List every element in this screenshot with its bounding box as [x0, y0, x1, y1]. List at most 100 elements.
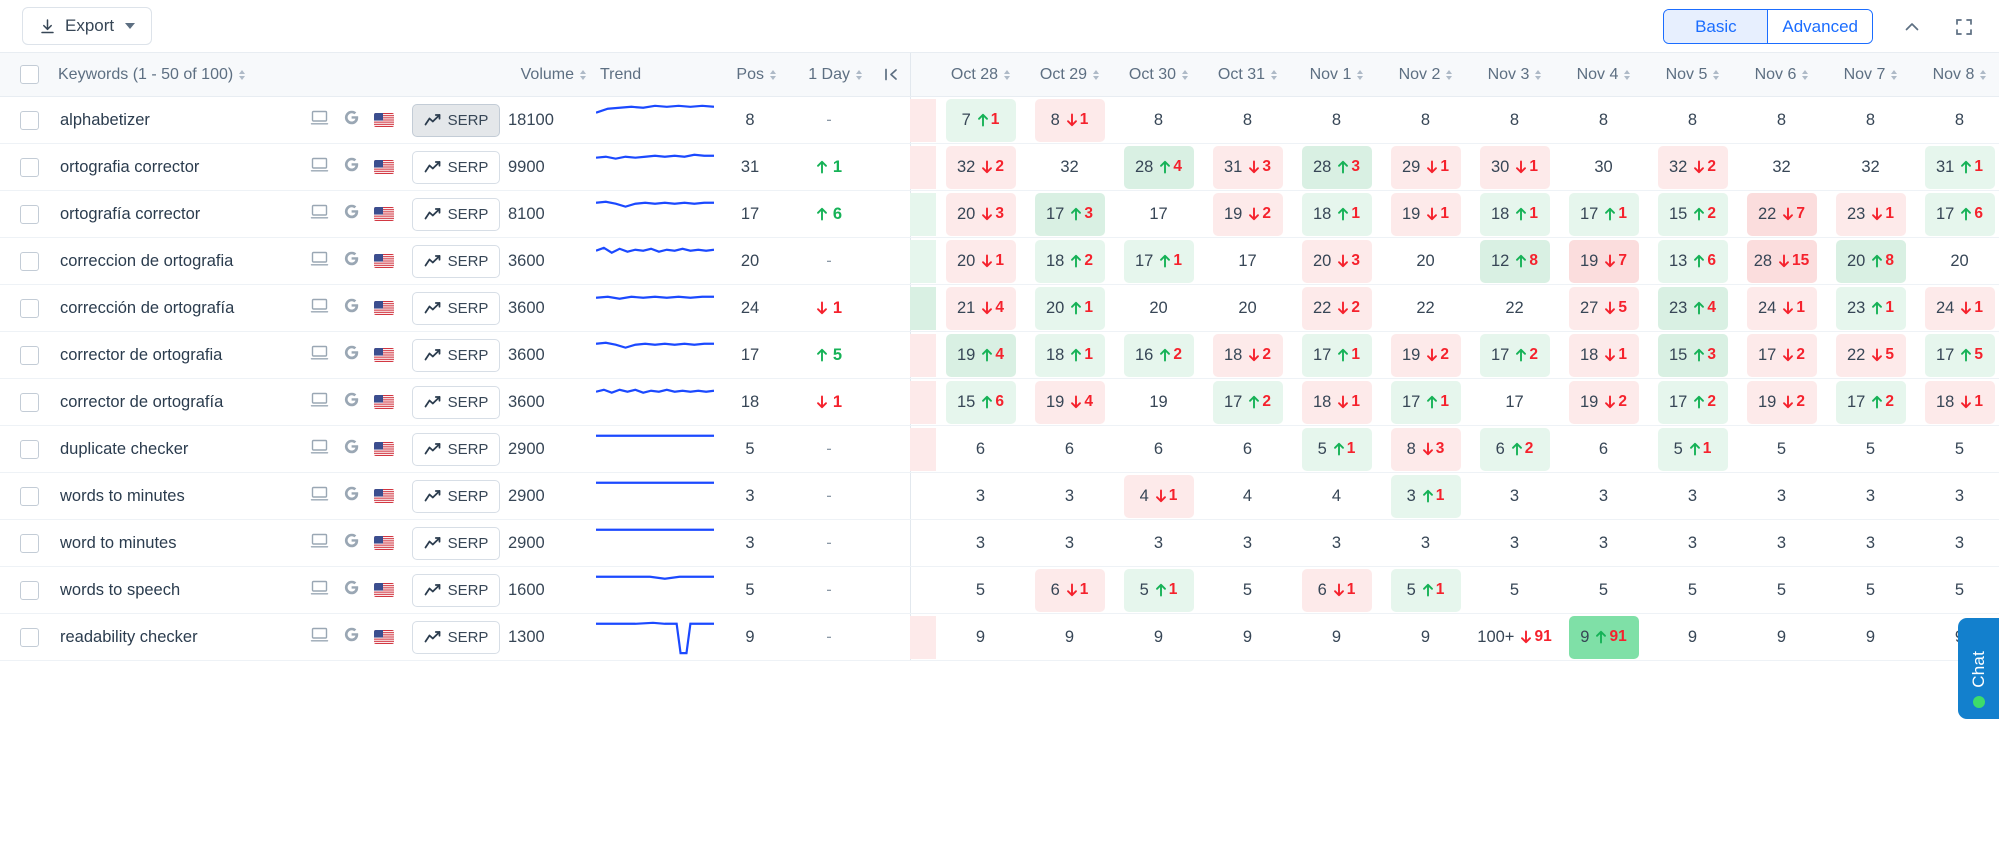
row-checkbox[interactable]	[19, 627, 39, 647]
rank-cell[interactable]: 17 3	[1025, 191, 1114, 238]
desktop-icon[interactable]	[310, 484, 329, 508]
rank-cell[interactable]: 19 4	[1025, 379, 1114, 426]
rank-cell[interactable]: 4	[1203, 473, 1292, 520]
us-flag-icon[interactable]	[374, 442, 394, 456]
row-checkbox[interactable]	[19, 533, 39, 553]
rank-cell[interactable]: 3	[1470, 520, 1559, 567]
rank-cell[interactable]: 8	[1470, 97, 1559, 144]
sort-toggle-icon[interactable]	[1004, 69, 1011, 80]
row-checkbox[interactable]	[19, 486, 39, 506]
rank-cell[interactable]: 12 8	[1470, 238, 1559, 285]
rank-cell[interactable]: 15 3	[1648, 332, 1737, 379]
tab-basic[interactable]: Basic	[1664, 10, 1768, 43]
header-date-oct-30[interactable]: Oct 30	[1114, 53, 1203, 97]
rank-cell[interactable]: 83	[1381, 426, 1470, 473]
rank-cell[interactable]: 17	[1114, 191, 1203, 238]
rank-cell[interactable]: 51	[1648, 426, 1737, 473]
table-row[interactable]: duplicate checker	[58, 426, 296, 473]
rank-cell[interactable]: 22	[1381, 285, 1470, 332]
rank-cell[interactable]: 3	[1470, 473, 1559, 520]
row-checkbox[interactable]	[19, 580, 39, 600]
rank-cell[interactable]: 9	[1292, 614, 1381, 661]
rank-cell[interactable]: 32	[1025, 144, 1114, 191]
us-flag-icon[interactable]	[374, 348, 394, 362]
google-icon[interactable]	[342, 108, 361, 132]
sort-toggle-icon[interactable]	[1891, 69, 1898, 80]
table-row[interactable]: ortografía corrector	[58, 191, 296, 238]
us-flag-icon[interactable]	[374, 489, 394, 503]
rank-cell[interactable]: 24 1	[1915, 285, 1999, 332]
rank-cell[interactable]: 20	[1203, 285, 1292, 332]
rank-cell[interactable]: 5	[1915, 426, 1999, 473]
rank-cell[interactable]: 19 7	[1559, 238, 1648, 285]
rank-cell[interactable]: 8	[1203, 97, 1292, 144]
rank-cell[interactable]: 13 6	[1648, 238, 1737, 285]
desktop-icon[interactable]	[310, 155, 329, 179]
serp-button[interactable]: SERP	[411, 526, 501, 560]
rank-cell[interactable]: 8	[1114, 97, 1203, 144]
desktop-icon[interactable]	[310, 437, 329, 461]
rank-cell[interactable]: 3	[1292, 520, 1381, 567]
desktop-icon[interactable]	[310, 531, 329, 555]
us-flag-icon[interactable]	[374, 395, 394, 409]
header-date-nov-6[interactable]: Nov 6	[1737, 53, 1826, 97]
serp-button[interactable]: SERP	[411, 103, 501, 137]
rank-cell[interactable]: 23 1	[1826, 285, 1915, 332]
us-flag-icon[interactable]	[374, 207, 394, 221]
serp-button[interactable]: SERP	[411, 150, 501, 184]
fullscreen-icon[interactable]	[1951, 14, 1977, 40]
rank-cell[interactable]: 17 2	[1203, 379, 1292, 426]
rank-cell[interactable]: 5	[1203, 567, 1292, 614]
rank-cell[interactable]: 9	[1381, 614, 1470, 661]
rank-cell[interactable]: 9	[1025, 614, 1114, 661]
rank-cell[interactable]: 9	[1737, 614, 1826, 661]
rank-cell[interactable]: 16 2	[1114, 332, 1203, 379]
sort-toggle-icon[interactable]	[239, 69, 246, 80]
rank-cell[interactable]: 19 2	[1203, 191, 1292, 238]
rank-cell[interactable]: 17 2	[1826, 379, 1915, 426]
chevron-up-icon[interactable]	[1899, 14, 1925, 40]
rank-cell[interactable]: 3	[1559, 473, 1648, 520]
rank-cell[interactable]: 30	[1559, 144, 1648, 191]
us-flag-icon[interactable]	[374, 583, 394, 597]
view-mode-toggle[interactable]: Basic Advanced	[1663, 9, 1873, 44]
rank-cell[interactable]: 32	[1737, 144, 1826, 191]
google-icon[interactable]	[342, 437, 361, 461]
rank-cell[interactable]: 3	[1025, 520, 1114, 567]
header-date-oct-28[interactable]: Oct 28	[936, 53, 1025, 97]
rank-cell[interactable]: 3	[1559, 520, 1648, 567]
rank-cell[interactable]: 20 1	[1025, 285, 1114, 332]
header-keywords[interactable]: Keywords (1 - 50 of 100)	[58, 53, 296, 97]
us-flag-icon[interactable]	[374, 254, 394, 268]
sort-toggle-icon[interactable]	[1802, 69, 1809, 80]
google-icon[interactable]	[342, 202, 361, 226]
rank-cell[interactable]: 18 1	[1292, 191, 1381, 238]
rank-cell[interactable]: 9	[1648, 614, 1737, 661]
rank-cell[interactable]: 9 91	[1559, 614, 1648, 661]
desktop-icon[interactable]	[310, 108, 329, 132]
serp-button[interactable]: SERP	[411, 479, 501, 513]
google-icon[interactable]	[342, 578, 361, 602]
rank-cell[interactable]: 18 1	[1915, 379, 1999, 426]
rank-cell[interactable]: 5	[1559, 567, 1648, 614]
rank-cell[interactable]: 3	[1737, 520, 1826, 567]
sort-toggle-icon[interactable]	[1093, 69, 1100, 80]
rank-cell[interactable]: 20	[1381, 238, 1470, 285]
rank-cell[interactable]: 9	[1114, 614, 1203, 661]
row-checkbox[interactable]	[19, 251, 39, 271]
header-date-nov-7[interactable]: Nov 7	[1826, 53, 1915, 97]
rank-cell[interactable]: 17 1	[1381, 379, 1470, 426]
serp-button[interactable]: SERP	[411, 385, 501, 419]
rank-cell[interactable]: 20 1	[936, 238, 1025, 285]
rank-cell[interactable]: 28 4	[1114, 144, 1203, 191]
rank-cell[interactable]: 22 5	[1826, 332, 1915, 379]
header-date-oct-31[interactable]: Oct 31	[1203, 53, 1292, 97]
serp-button[interactable]: SERP	[411, 197, 501, 231]
row-checkbox[interactable]	[19, 439, 39, 459]
rank-cell[interactable]: 20	[1915, 238, 1999, 285]
row-checkbox[interactable]	[19, 157, 39, 177]
rank-cell[interactable]: 31 1	[1915, 144, 1999, 191]
rank-cell[interactable]: 17 2	[1470, 332, 1559, 379]
rank-cell[interactable]: 51	[1292, 426, 1381, 473]
export-button[interactable]: Export	[22, 7, 153, 45]
